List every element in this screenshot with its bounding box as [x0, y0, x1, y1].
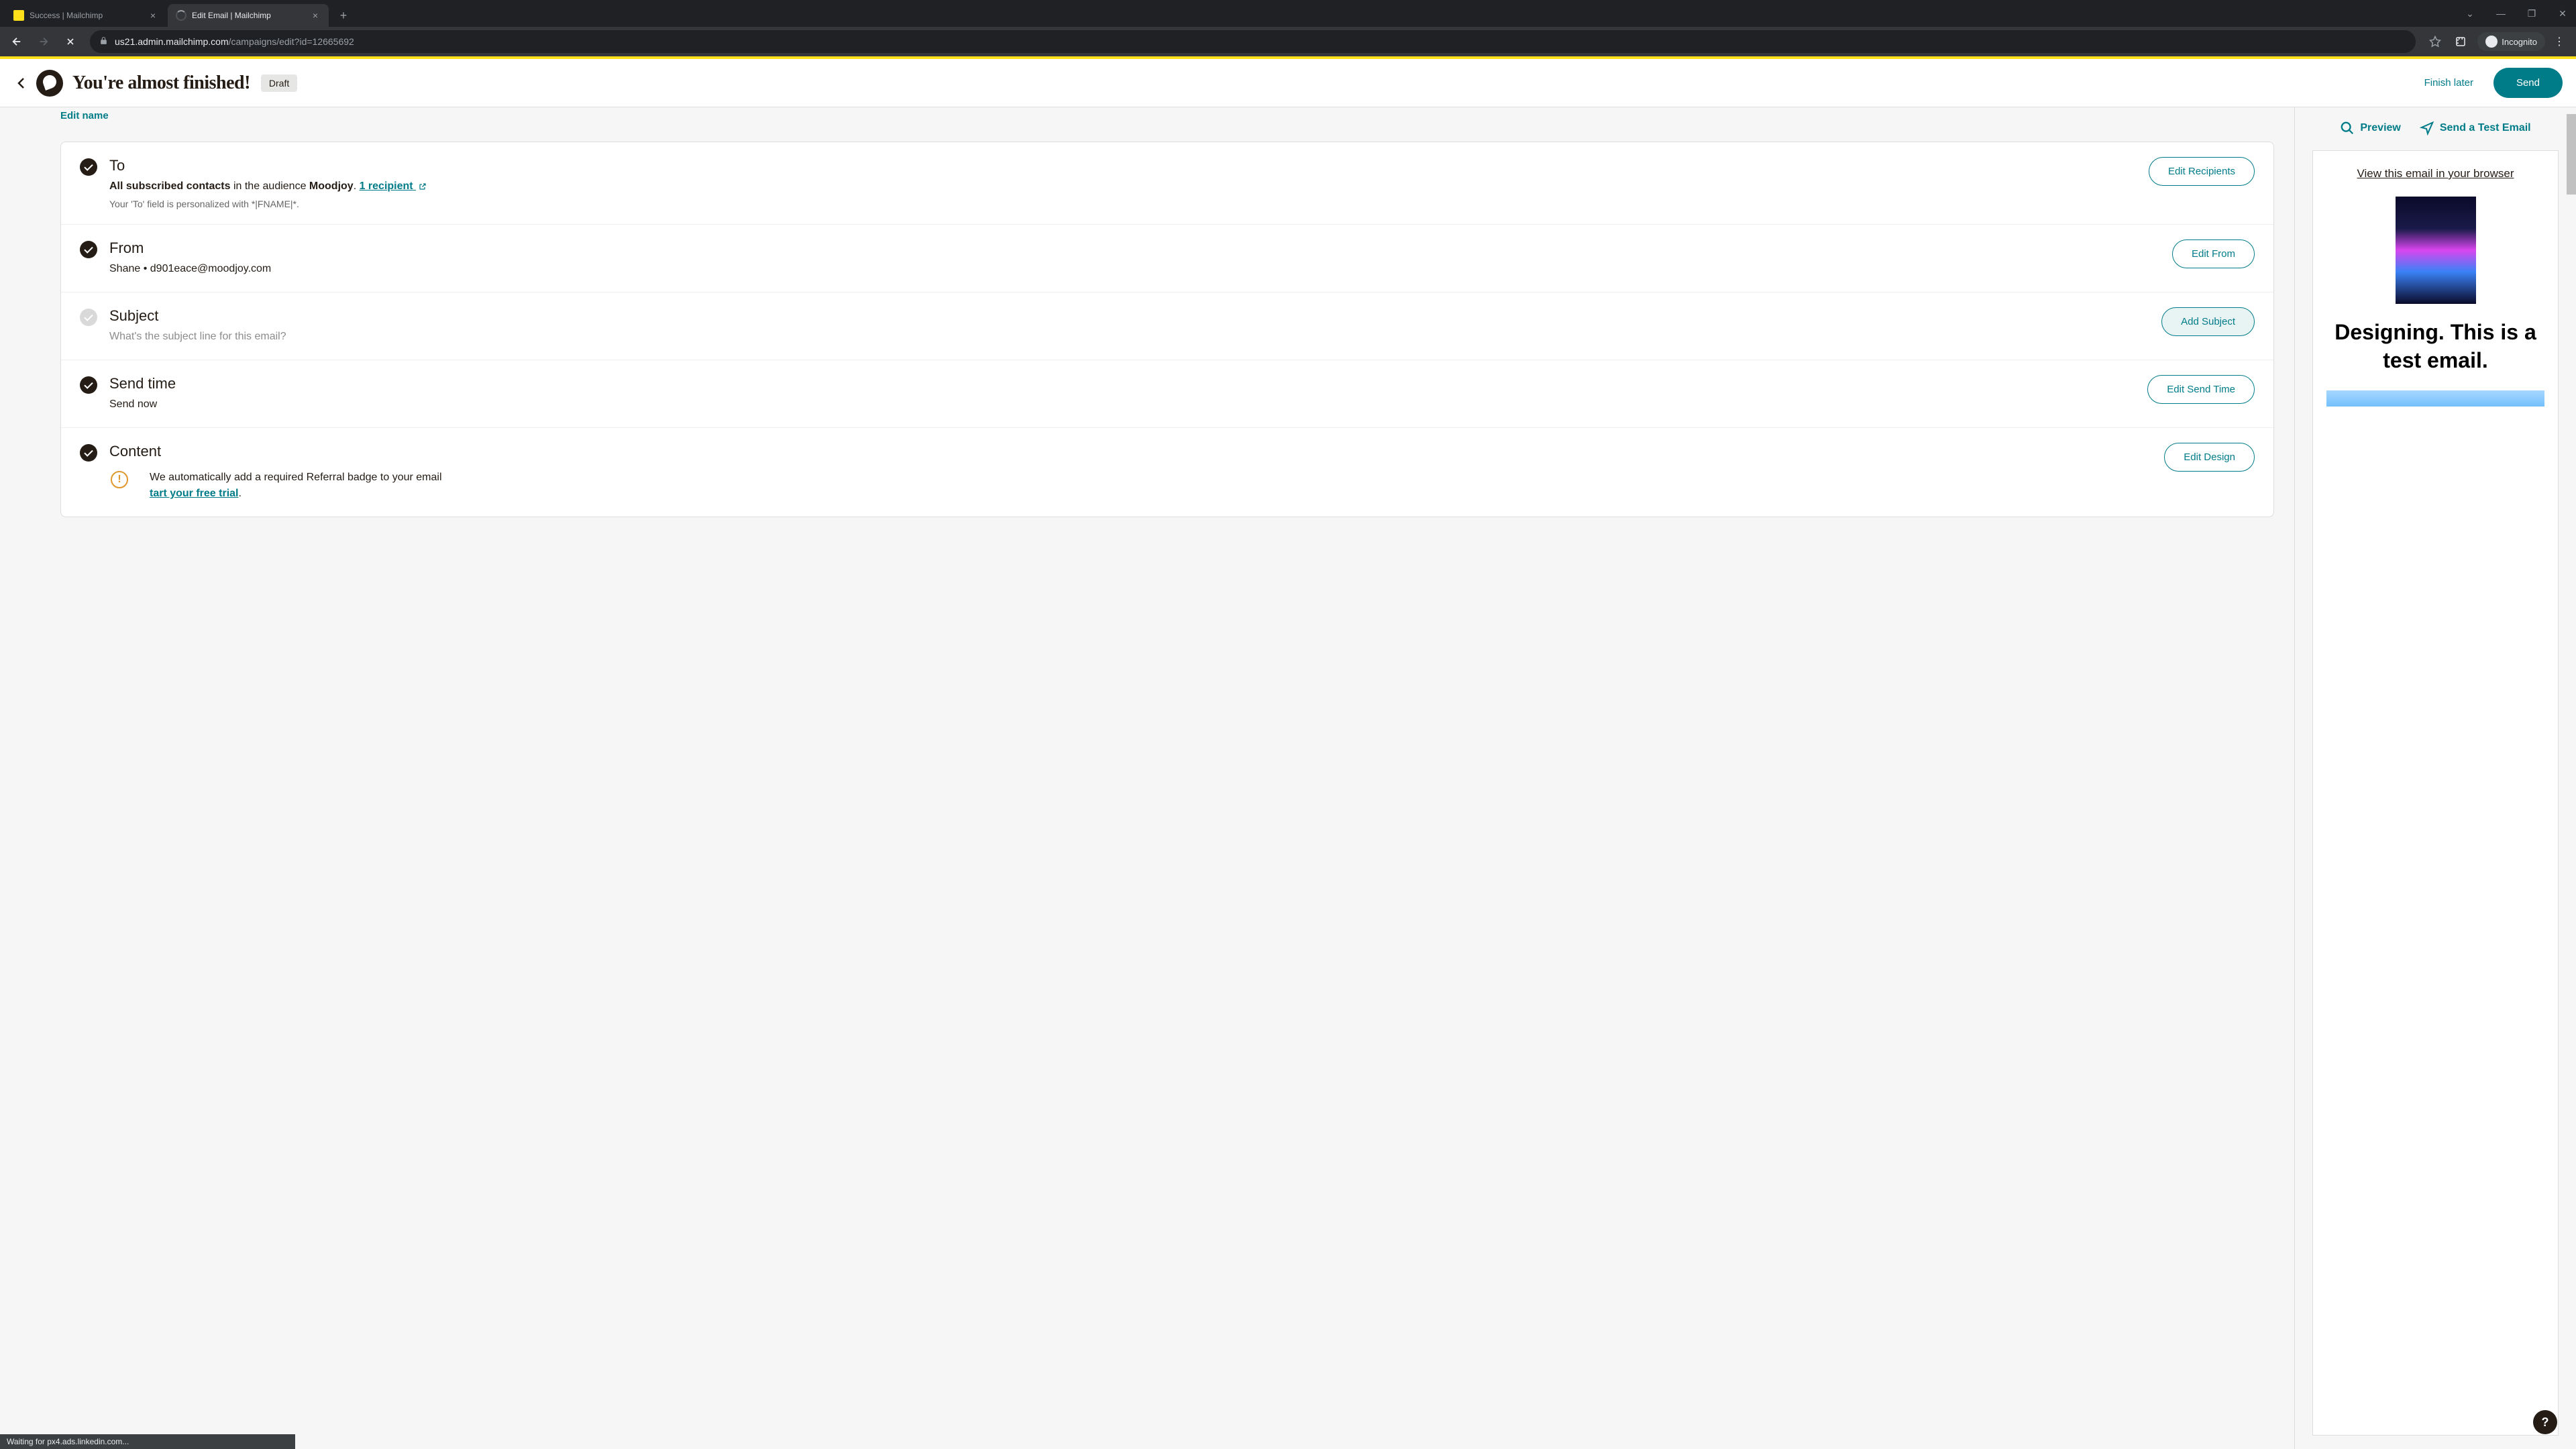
- browser-status-bar: Waiting for px4.ads.linkedin.com...: [0, 1434, 295, 1449]
- incognito-icon: [2485, 36, 2498, 48]
- check-icon: [80, 376, 97, 394]
- content-note-text: We automatically add a required Referral…: [150, 470, 442, 502]
- section-title-content: Content: [109, 443, 2151, 460]
- left-column: Edit name To All subscribed contacts in …: [0, 107, 2294, 1449]
- section-content: Content ! We automatically add a require…: [61, 427, 2273, 517]
- new-tab-button[interactable]: +: [334, 6, 353, 25]
- check-icon: [80, 241, 97, 258]
- warning-icon: !: [111, 471, 128, 488]
- section-title-from: From: [109, 239, 2159, 257]
- edit-from-button[interactable]: Edit From: [2172, 239, 2255, 268]
- back-chevron-icon[interactable]: [13, 77, 30, 89]
- section-from: From Shane • d901eace@moodjoy.com Edit F…: [61, 224, 2273, 292]
- page-title: You're almost finished!: [72, 72, 250, 94]
- from-description: Shane • d901eace@moodjoy.com: [109, 261, 2159, 277]
- section-send-time: Send time Send now Edit Send Time: [61, 360, 2273, 427]
- close-tab-icon[interactable]: ×: [148, 10, 158, 21]
- close-tab-icon[interactable]: ×: [310, 10, 321, 21]
- url-text: us21.admin.mailchimp.com/campaigns/edit?…: [115, 36, 354, 47]
- pending-check-icon: [80, 309, 97, 326]
- mailchimp-logo[interactable]: [36, 70, 63, 97]
- preview-content-block: [2326, 390, 2544, 407]
- scrollbar-thumb[interactable]: [2567, 114, 2576, 195]
- preview-hero-image: [2396, 197, 2476, 304]
- add-subject-button[interactable]: Add Subject: [2161, 307, 2255, 336]
- section-title-subject: Subject: [109, 307, 2148, 325]
- help-fab-button[interactable]: ?: [2533, 1410, 2557, 1434]
- bookmark-star-icon[interactable]: [2424, 30, 2447, 53]
- tab-title: Edit Email | Mailchimp: [192, 11, 306, 20]
- edit-recipients-button[interactable]: Edit Recipients: [2149, 157, 2255, 186]
- stop-reload-button[interactable]: [59, 30, 82, 53]
- tab-title: Success | Mailchimp: [30, 11, 144, 20]
- browser-toolbar: us21.admin.mailchimp.com/campaigns/edit?…: [0, 27, 2576, 56]
- incognito-label: Incognito: [2502, 37, 2537, 47]
- preview-actions: Preview Send a Test Email: [2312, 121, 2559, 136]
- page-scrollbar[interactable]: [2567, 107, 2576, 1449]
- send-icon: [2420, 121, 2434, 136]
- mailchimp-favicon: [13, 10, 24, 21]
- send-test-link[interactable]: Send a Test Email: [2420, 121, 2531, 136]
- minimize-icon[interactable]: —: [2491, 4, 2510, 23]
- check-icon: [80, 158, 97, 176]
- main-content: Edit name To All subscribed contacts in …: [0, 107, 2576, 1449]
- chevron-down-icon[interactable]: ⌄: [2461, 4, 2479, 23]
- browser-tab-edit-email[interactable]: Edit Email | Mailchimp ×: [168, 4, 329, 27]
- external-link-icon: [419, 182, 427, 191]
- send-button[interactable]: Send: [2493, 68, 2563, 98]
- campaign-sections-card: To All subscribed contacts in the audien…: [60, 142, 2274, 517]
- incognito-badge[interactable]: Incognito: [2477, 32, 2545, 51]
- to-helper-text: Your 'To' field is personalized with *|F…: [109, 199, 2135, 209]
- subject-placeholder: What's the subject line for this email?: [109, 329, 2148, 345]
- edit-send-time-button[interactable]: Edit Send Time: [2147, 375, 2255, 404]
- search-icon: [2340, 121, 2355, 136]
- section-subject: Subject What's the subject line for this…: [61, 292, 2273, 360]
- view-in-browser-link[interactable]: View this email in your browser: [2321, 167, 2550, 180]
- recipient-count-link[interactable]: 1 recipient: [360, 180, 427, 192]
- loading-spinner-icon: [176, 10, 186, 21]
- check-icon: [80, 444, 97, 462]
- extensions-icon[interactable]: [2449, 30, 2472, 53]
- browser-tab-success[interactable]: Success | Mailchimp ×: [5, 4, 166, 27]
- preview-link[interactable]: Preview: [2340, 121, 2400, 136]
- maximize-icon[interactable]: ❐: [2522, 4, 2541, 23]
- finish-later-link[interactable]: Finish later: [2412, 69, 2485, 97]
- to-description: All subscribed contacts in the audience …: [109, 178, 2135, 195]
- window-controls: ⌄ — ❐ ✕: [2461, 0, 2572, 27]
- section-title-to: To: [109, 157, 2135, 174]
- send-time-value: Send now: [109, 396, 2134, 413]
- lock-icon: [99, 36, 108, 47]
- section-title-send-time: Send time: [109, 375, 2134, 392]
- app-header: You're almost finished! Draft Finish lat…: [0, 59, 2576, 107]
- kebab-menu-icon[interactable]: ⋮: [2548, 30, 2571, 53]
- email-preview-frame[interactable]: View this email in your browser Designin…: [2312, 150, 2559, 1436]
- edit-design-button[interactable]: Edit Design: [2164, 443, 2255, 472]
- preview-panel: Preview Send a Test Email View this emai…: [2294, 107, 2576, 1449]
- edit-name-link[interactable]: Edit name: [60, 110, 2274, 121]
- forward-button[interactable]: [32, 30, 55, 53]
- start-trial-link[interactable]: tart your free trial: [150, 488, 238, 499]
- section-to: To All subscribed contacts in the audien…: [61, 142, 2273, 224]
- address-bar[interactable]: us21.admin.mailchimp.com/campaigns/edit?…: [90, 30, 2416, 53]
- content-warning: ! We automatically add a required Referr…: [109, 470, 2151, 502]
- close-window-icon[interactable]: ✕: [2553, 4, 2572, 23]
- browser-tab-strip: Success | Mailchimp × Edit Email | Mailc…: [0, 0, 2576, 27]
- preview-heading: Designing. This is a test email.: [2321, 319, 2550, 374]
- status-badge: Draft: [261, 74, 297, 92]
- back-button[interactable]: [5, 30, 28, 53]
